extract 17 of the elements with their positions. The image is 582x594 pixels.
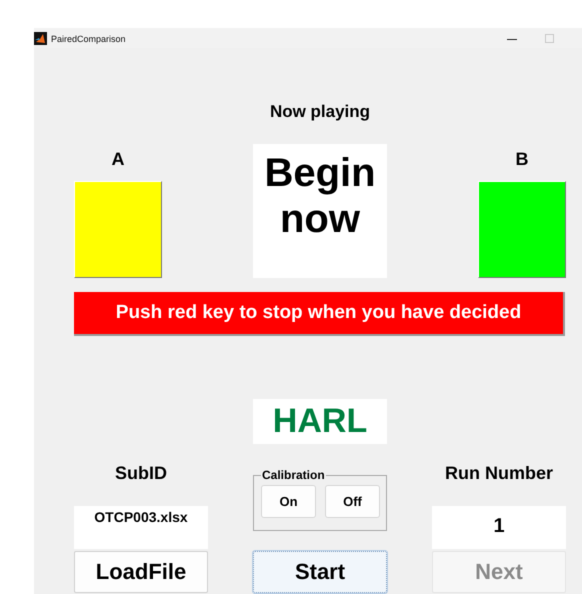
- condition-label: HARL: [253, 399, 387, 444]
- button[interactable]: LoadFile: [74, 551, 208, 593]
- option-label: A: [110, 149, 126, 169]
- file-name-field: OTCP003.xlsx: [74, 506, 208, 549]
- button[interactable]: On: [261, 485, 316, 518]
- field-label: SubID: [114, 462, 168, 485]
- window-title: PairedComparison: [51, 34, 126, 44]
- button[interactable]: Start: [253, 551, 387, 593]
- run-number-field: 1: [432, 506, 566, 549]
- group-title: Calibration: [261, 469, 326, 481]
- field-label: Run Number: [444, 462, 554, 485]
- instruction-banner: Push red key to stop when you have decided: [74, 292, 565, 336]
- button[interactable]: Off: [325, 485, 380, 518]
- display-text: Begin now: [253, 144, 387, 278]
- now-playing-label: Now playing: [268, 102, 372, 122]
- option-label: B: [514, 149, 530, 169]
- app-icon: [34, 32, 47, 45]
